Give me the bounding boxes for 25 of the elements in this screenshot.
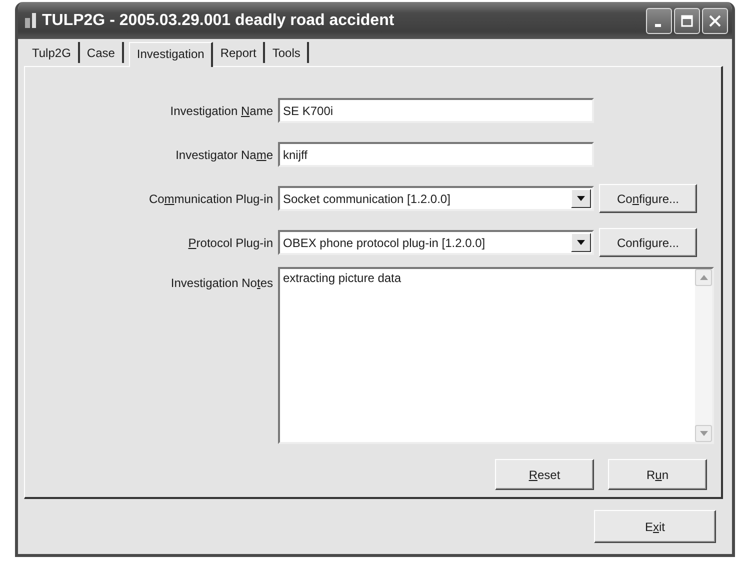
maximize-icon[interactable] — [674, 8, 700, 34]
text-field[interactable]: knijff — [278, 142, 594, 167]
notes-area[interactable]: extracting picture data — [278, 267, 714, 444]
field-label: Communication Plug-in — [148, 192, 273, 206]
tab[interactable]: Case — [80, 42, 124, 63]
field-label: Investigation Notes — [170, 276, 273, 292]
run-button[interactable]: Run — [608, 459, 707, 490]
text-field[interactable]: SE K700i — [278, 98, 594, 123]
minimize-icon[interactable] — [646, 8, 672, 34]
exit-button[interactable]: Exit — [594, 510, 716, 543]
field-label: Investigation Name — [170, 104, 273, 118]
tab[interactable]: Report — [213, 42, 266, 63]
configure-button[interactable]: Configure... — [599, 228, 697, 257]
window-title: TULP2G - 2005.03.29.001 deadly road accident — [42, 12, 396, 30]
dropdown[interactable]: Socket communication [1.2.0.0] — [278, 186, 594, 211]
close-icon[interactable] — [702, 8, 728, 34]
reset-button[interactable]: Reset — [495, 459, 594, 490]
field-label: Protocol Plug-in — [188, 236, 273, 250]
tab[interactable]: Tulp2G — [25, 42, 80, 63]
tab[interactable]: Tools — [265, 42, 310, 63]
tab[interactable]: Investigation — [128, 42, 214, 67]
configure-button[interactable]: Configure... — [599, 184, 697, 213]
field-label: Investigator Name — [176, 148, 273, 162]
app-icon — [24, 12, 38, 30]
dropdown[interactable]: OBEX phone protocol plug-in [1.2.0.0] — [278, 230, 594, 255]
